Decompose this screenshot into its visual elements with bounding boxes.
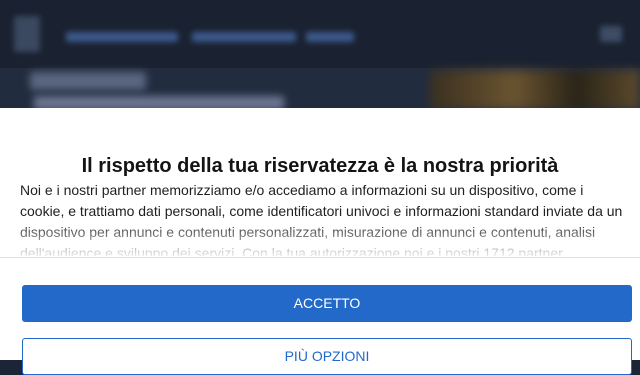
nav-item [306, 32, 354, 42]
site-header [0, 0, 640, 68]
site-logo-icon [14, 16, 40, 52]
more-options-button[interactable]: PIÙ OPZIONI [22, 338, 632, 375]
consent-title: Il rispetto della tua riservatezza è la … [81, 155, 559, 177]
nav-item [192, 32, 296, 42]
menu-icon [600, 26, 622, 42]
article-category-tag [30, 72, 146, 90]
text-fade-overlay [20, 220, 624, 256]
consent-dialog: Il rispetto della tua riservatezza è la … [0, 108, 640, 375]
accept-button[interactable]: ACCETTO [22, 285, 632, 322]
divider [0, 257, 640, 258]
nav-item [66, 32, 178, 42]
consent-body-container[interactable]: Noi e i nostri partner memorizziamo e/o … [20, 180, 624, 256]
hero-image [430, 70, 640, 110]
